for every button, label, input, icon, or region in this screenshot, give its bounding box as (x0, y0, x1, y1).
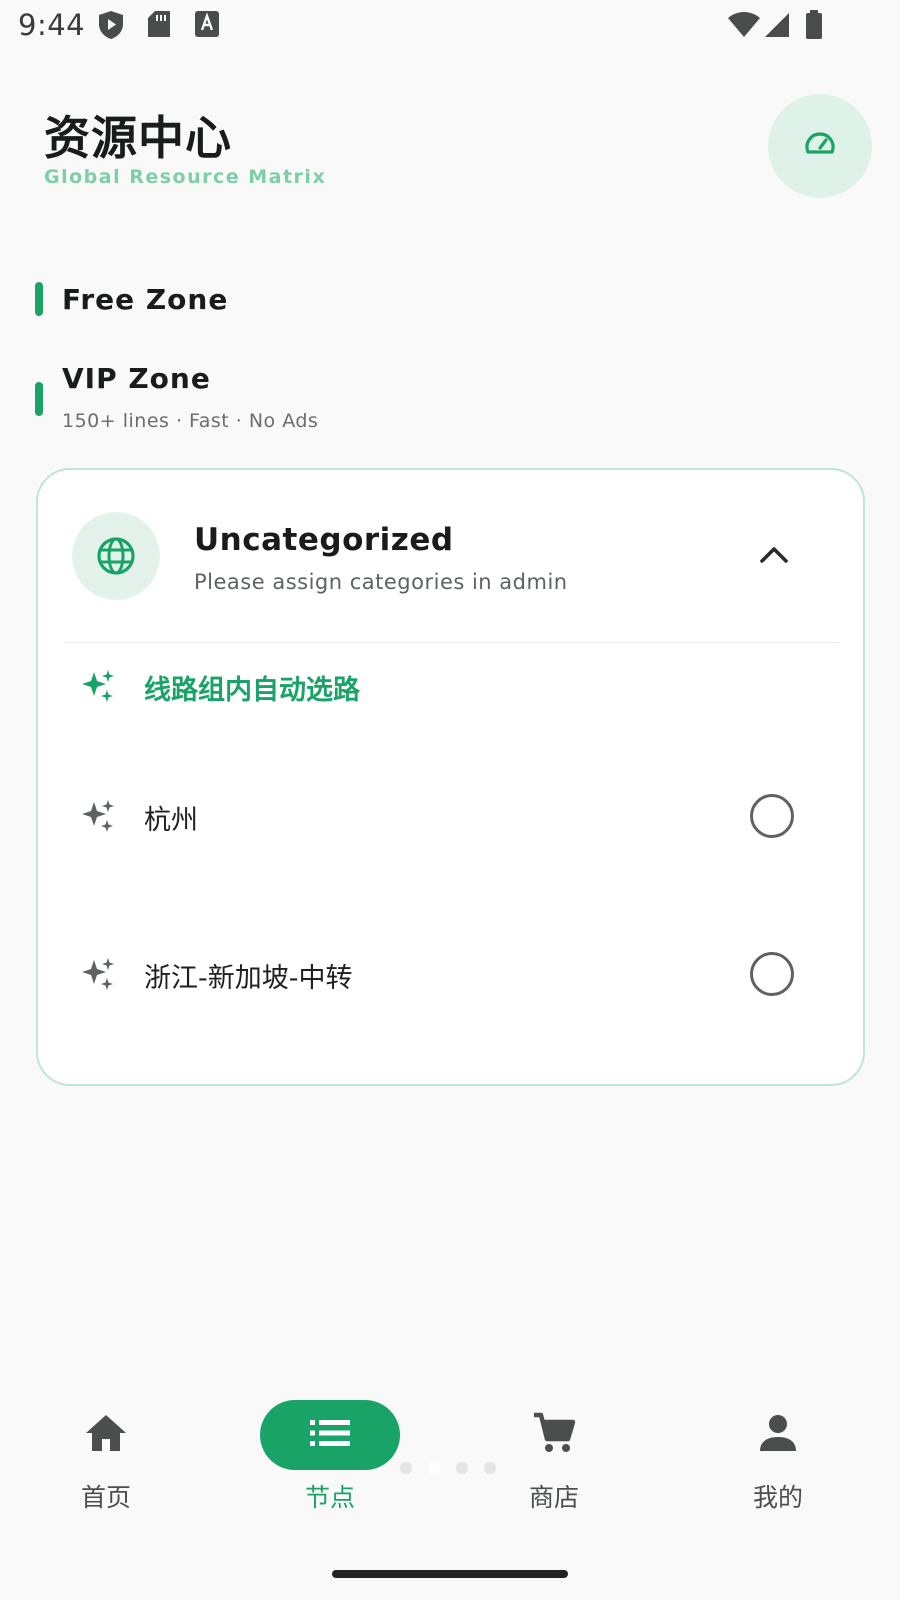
collapse-group-button[interactable] (750, 532, 798, 580)
battery-icon (805, 10, 823, 44)
node-group-card: Uncategorized Please assign categories i… (36, 468, 865, 1086)
sparkle-icon (80, 956, 116, 992)
nav-pill (260, 1400, 400, 1470)
nav-pill (484, 1400, 624, 1470)
page-dot (456, 1462, 468, 1474)
cart-icon (532, 1411, 576, 1459)
status-bar: 9:44 (0, 0, 900, 52)
globe-icon (72, 512, 160, 600)
card-divider (64, 642, 839, 643)
keyboard-a-icon (194, 10, 220, 42)
node-radio[interactable] (750, 952, 794, 996)
wifi-icon (727, 12, 761, 42)
chevron-up-icon (759, 545, 789, 567)
node-label: 浙江-新加坡-中转 (144, 963, 353, 994)
status-time: 9:44 (18, 8, 86, 42)
nav-home[interactable]: 首页 (36, 1380, 186, 1520)
group-title: Uncategorized (194, 522, 454, 558)
node-label: 杭州 (144, 805, 198, 836)
bottom-nav: 首页 节点 商店 我的 (0, 1380, 900, 1520)
page-indicator (400, 1462, 520, 1476)
person-icon (758, 1413, 798, 1457)
zone-indicator-bar (35, 382, 43, 416)
nav-store[interactable]: 商店 (484, 1380, 634, 1520)
list-icon (308, 1417, 352, 1453)
nav-profile[interactable]: 我的 (708, 1380, 858, 1520)
node-row-zhejiang-singapore[interactable]: 浙江-新加坡-中转 (38, 934, 865, 1014)
auto-select-row[interactable]: 线路组内自动选路 (38, 646, 865, 726)
vip-zone-title: VIP Zone (62, 362, 211, 395)
nav-label: 首页 (80, 1483, 131, 1512)
nav-pill (708, 1400, 848, 1470)
page-dot (484, 1462, 496, 1474)
zone-indicator-bar (35, 282, 43, 316)
vip-zone-subtitle: 150+ lines · Fast · No Ads (62, 410, 319, 432)
free-zone-title: Free Zone (62, 283, 229, 316)
sd-card-icon (147, 10, 171, 42)
page-dot (400, 1462, 412, 1474)
sparkle-icon (80, 798, 116, 834)
page-title: 资源中心 (44, 111, 232, 165)
speedometer-icon (804, 130, 836, 162)
nav-label: 商店 (528, 1483, 579, 1512)
nav-nodes[interactable]: 节点 (260, 1380, 410, 1520)
signal-icon (764, 12, 790, 42)
auto-select-label: 线路组内自动选路 (144, 675, 360, 706)
home-indicator[interactable] (332, 1570, 568, 1578)
sparkle-icon (80, 668, 116, 704)
home-icon (84, 1413, 128, 1457)
page-subtitle: Global Resource Matrix (44, 166, 327, 188)
page-dot-active (428, 1462, 440, 1474)
shield-play-icon (98, 10, 124, 44)
group-subtitle: Please assign categories in admin (194, 570, 568, 594)
speed-test-button[interactable] (768, 94, 872, 198)
node-row-hangzhou[interactable]: 杭州 (38, 776, 865, 856)
node-radio[interactable] (750, 794, 794, 838)
nav-label: 节点 (304, 1483, 355, 1512)
nav-label: 我的 (752, 1483, 803, 1512)
nav-pill (36, 1400, 176, 1470)
